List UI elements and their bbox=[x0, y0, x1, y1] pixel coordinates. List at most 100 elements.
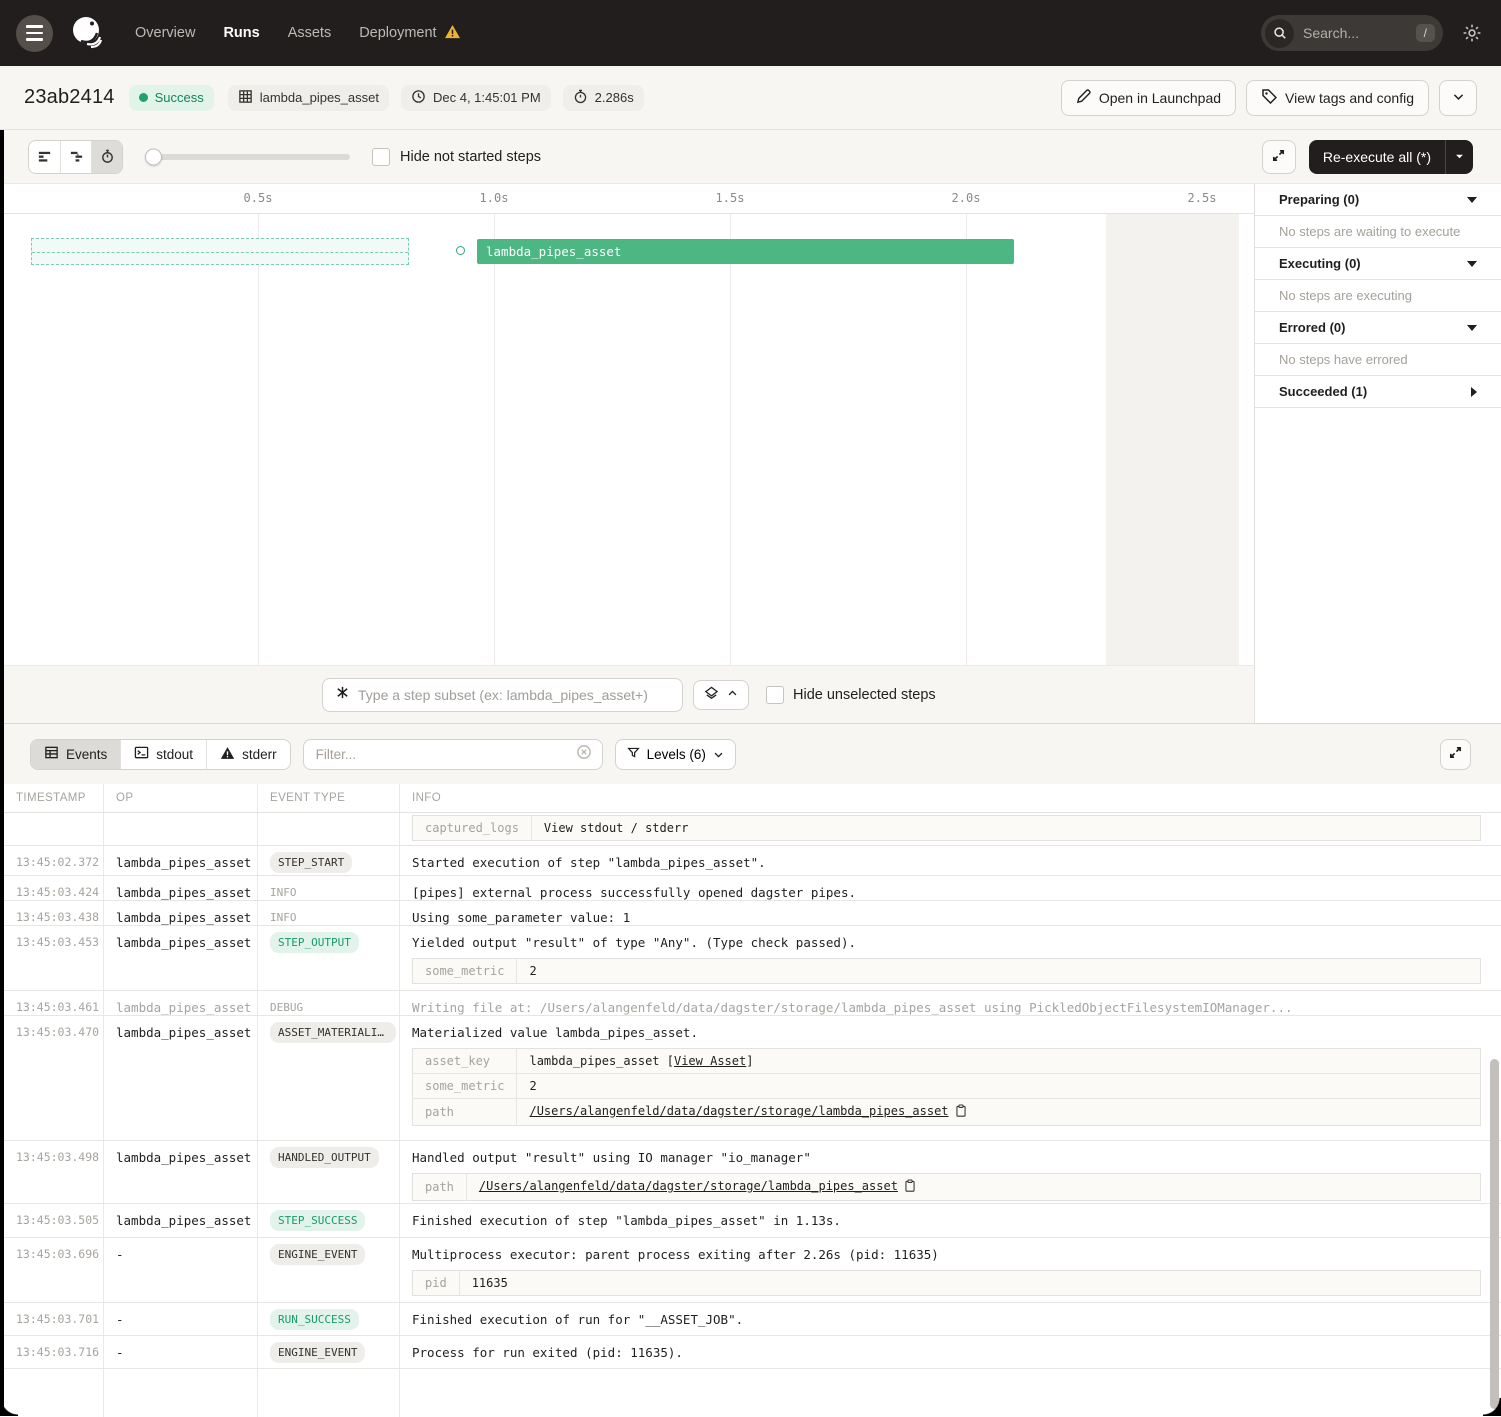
clear-filter-icon[interactable] bbox=[576, 744, 592, 765]
run-tag-stopwatch[interactable]: 2.286s bbox=[563, 85, 644, 111]
metadata-link[interactable]: /Users/alangenfeld/data/dagster/storage/… bbox=[529, 1104, 948, 1118]
log-filter-input[interactable] bbox=[303, 739, 603, 770]
metadata-value: 11635 bbox=[459, 1271, 1480, 1296]
zoom-to-fit-button[interactable] bbox=[693, 680, 749, 710]
run-tag-clock[interactable]: Dec 4, 1:45:01 PM bbox=[401, 85, 551, 111]
step-subset-input[interactable] bbox=[322, 678, 683, 712]
gantt-footer: Hide unselected steps bbox=[0, 665, 1254, 723]
view-tags-config-button[interactable]: View tags and config bbox=[1246, 80, 1429, 116]
logs-scrollbar[interactable] bbox=[1490, 1059, 1499, 1409]
sidebar-section-preparing[interactable]: Preparing (0) bbox=[1255, 184, 1501, 216]
search-input[interactable]: Search... / bbox=[1261, 15, 1443, 51]
tab-stderr[interactable]: stderr bbox=[206, 740, 290, 769]
log-info: Materialized value lambda_pipes_asset.as… bbox=[400, 1016, 1501, 1140]
metadata-value: 2 bbox=[517, 1074, 1481, 1099]
metadata-link[interactable]: /Users/alangenfeld/data/dagster/storage/… bbox=[479, 1179, 898, 1193]
gantt-step-bar[interactable]: lambda_pipes_asset bbox=[477, 239, 1014, 264]
log-event-type: ENGINE_EVENT bbox=[258, 1238, 400, 1303]
top-nav: Overview Runs Assets Deployment Search... / bbox=[0, 0, 1501, 66]
dagster-logo[interactable] bbox=[67, 13, 107, 53]
log-row[interactable] bbox=[0, 1369, 1501, 1417]
reexecute-caret-button[interactable] bbox=[1445, 140, 1473, 174]
log-row[interactable]: 13:45:02.372lambda_pipes_assetSTEP_START… bbox=[0, 846, 1501, 876]
log-info: Handled output "result" using IO manager… bbox=[400, 1141, 1501, 1204]
metadata-key: some_metric bbox=[413, 1074, 517, 1099]
gantt-zoom-slider[interactable] bbox=[145, 154, 350, 160]
nav-link-deployment[interactable]: Deployment bbox=[359, 24, 460, 43]
log-row[interactable]: 13:45:03.438lambda_pipes_assetINFOUsing … bbox=[0, 901, 1501, 926]
status-dot-icon bbox=[139, 93, 148, 102]
status-badge: Success bbox=[129, 85, 214, 111]
log-filter-field[interactable] bbox=[316, 747, 568, 762]
nav-links: Overview Runs Assets Deployment bbox=[135, 24, 461, 43]
clock-icon bbox=[411, 89, 426, 107]
gridline bbox=[730, 214, 731, 665]
sidebar-section-executing[interactable]: Executing (0) bbox=[1255, 248, 1501, 280]
open-in-launchpad-button[interactable]: Open in Launchpad bbox=[1061, 80, 1236, 116]
gantt-fullscreen-button[interactable] bbox=[1262, 140, 1296, 174]
menu-icon[interactable] bbox=[16, 15, 53, 52]
log-op: - bbox=[104, 1336, 258, 1368]
log-row[interactable]: 13:45:03.461lambda_pipes_assetDEBUGWriti… bbox=[0, 991, 1501, 1016]
log-row[interactable]: 13:45:03.505lambda_pipes_assetSTEP_SUCCE… bbox=[0, 1204, 1501, 1238]
logs-fullscreen-button[interactable] bbox=[1440, 739, 1471, 770]
clipboard-icon[interactable] bbox=[955, 1104, 967, 1120]
log-row[interactable]: 13:45:03.498lambda_pipes_assetHANDLED_OU… bbox=[0, 1141, 1501, 1204]
log-row[interactable]: 13:45:03.470lambda_pipes_assetASSET_MATE… bbox=[0, 1016, 1501, 1141]
axis-tick-label: 0.5s bbox=[244, 191, 273, 205]
log-event-type: STEP_START bbox=[258, 846, 400, 876]
gear-icon[interactable] bbox=[1461, 22, 1483, 44]
log-row[interactable]: 13:45:03.716-ENGINE_EVENTProcess for run… bbox=[0, 1336, 1501, 1369]
hide-not-started-checkbox[interactable] bbox=[372, 148, 390, 166]
log-row[interactable]: captured_logsView stdout / stderr bbox=[0, 813, 1501, 846]
run-tag-label: lambda_pipes_asset bbox=[260, 90, 379, 105]
step-subset-field[interactable] bbox=[358, 687, 670, 703]
run-header-more-button[interactable] bbox=[1439, 80, 1477, 116]
flat-view-button[interactable] bbox=[29, 141, 60, 173]
log-op: - bbox=[104, 1238, 258, 1303]
nav-link-assets[interactable]: Assets bbox=[288, 25, 332, 41]
metadata-table: asset_keylambda_pipes_asset [View Asset]… bbox=[412, 1048, 1481, 1126]
chevron-up-icon bbox=[727, 687, 738, 702]
warning-icon bbox=[444, 24, 461, 43]
log-row[interactable]: 13:45:03.453lambda_pipes_assetSTEP_OUTPU… bbox=[0, 926, 1501, 991]
reexecute-all-button[interactable]: Re-execute all (*) bbox=[1309, 140, 1473, 174]
tab-stdout[interactable]: stdout bbox=[120, 740, 206, 769]
log-row[interactable]: 13:45:03.424lambda_pipes_assetINFO[pipes… bbox=[0, 876, 1501, 901]
waterfall-view-button[interactable] bbox=[60, 141, 91, 173]
sidebar-empty-text: No steps are executing bbox=[1255, 280, 1501, 312]
log-info: Yielded output "result" of type "Any". (… bbox=[400, 926, 1501, 991]
nav-link-runs[interactable]: Runs bbox=[223, 25, 259, 41]
log-op: lambda_pipes_asset bbox=[104, 1016, 258, 1140]
clipboard-icon[interactable] bbox=[904, 1179, 916, 1195]
view-asset-link[interactable]: View Asset bbox=[674, 1054, 746, 1068]
log-row[interactable]: 13:45:03.696-ENGINE_EVENTMultiprocess ex… bbox=[0, 1238, 1501, 1303]
hide-unselected-checkbox[interactable] bbox=[766, 686, 784, 704]
log-message: Yielded output "result" of type "Any". (… bbox=[412, 935, 1481, 950]
run-tag-label: 2.286s bbox=[595, 90, 634, 105]
timed-view-button[interactable] bbox=[91, 141, 122, 173]
axis-tick-label: 1.0s bbox=[480, 191, 509, 205]
logs-toolbar: Events stdoutstderr Levels (6) bbox=[0, 724, 1501, 784]
sidebar-section-errored[interactable]: Errored (0) bbox=[1255, 312, 1501, 344]
log-info: Started execution of step "lambda_pipes_… bbox=[400, 846, 1501, 876]
levels-dropdown[interactable]: Levels (6) bbox=[615, 739, 736, 770]
metadata-value: View stdout / stderr bbox=[531, 816, 1480, 841]
tag-icon bbox=[1261, 88, 1277, 107]
run-tag-job-grid[interactable]: lambda_pipes_asset bbox=[228, 85, 389, 111]
tab-Events[interactable]: Events bbox=[31, 740, 120, 769]
event-type-badge: STEP_START bbox=[270, 852, 352, 873]
log-op: lambda_pipes_asset bbox=[104, 901, 258, 926]
log-timestamp bbox=[0, 813, 104, 845]
log-row[interactable]: 13:45:03.701-RUN_SUCCESSFinished executi… bbox=[0, 1303, 1501, 1336]
tab-label: Events bbox=[66, 747, 107, 762]
slider-knob[interactable] bbox=[145, 148, 162, 165]
chevron-down-icon bbox=[1467, 325, 1477, 331]
run-header: 23ab2414 Success lambda_pipes_assetDec 4… bbox=[0, 66, 1501, 130]
gantt-chart: 0.5s1.0s1.5s2.0s2.5s lambda_pipes_asset bbox=[0, 184, 1254, 723]
expand-icon bbox=[1271, 148, 1286, 166]
nav-link-overview[interactable]: Overview bbox=[135, 25, 195, 41]
sidebar-section-succeeded[interactable]: Succeeded (1) bbox=[1255, 376, 1501, 408]
log-op bbox=[104, 1369, 258, 1417]
event-type-badge: STEP_SUCCESS bbox=[270, 1210, 365, 1231]
